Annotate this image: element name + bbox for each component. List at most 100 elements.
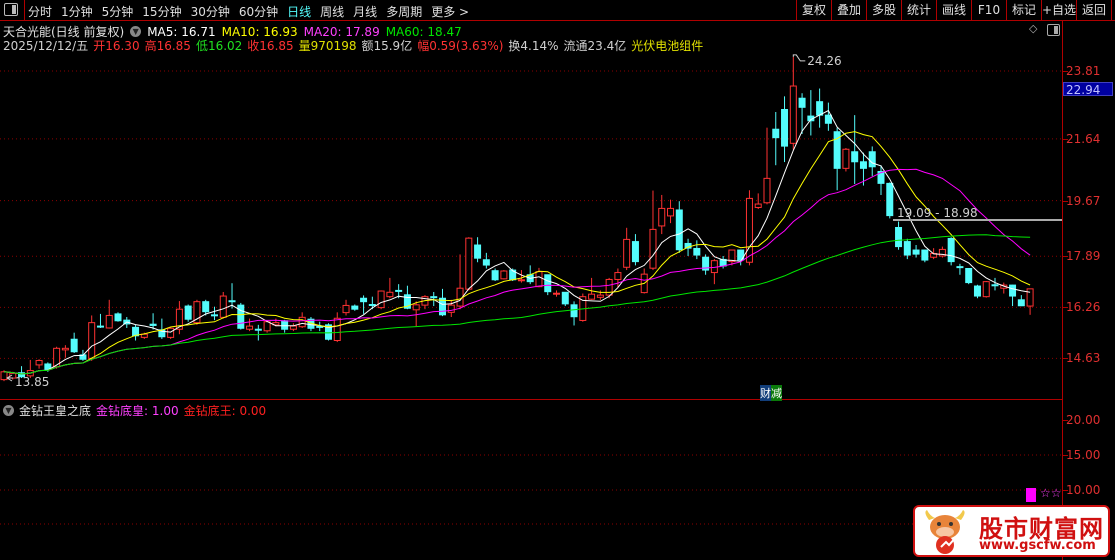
back-button[interactable]: 返回: [1076, 0, 1112, 20]
watermark-logo: 股市财富网 www.gscfw.com: [913, 505, 1110, 557]
candle: [579, 293, 587, 322]
candle: [710, 259, 718, 285]
price-tick-label: 19.67: [1066, 193, 1101, 208]
indicator-wang: 金钻底王: 0.00: [183, 404, 267, 418]
candle: [824, 102, 832, 131]
candle: [360, 295, 368, 314]
candle-body: [903, 241, 911, 256]
candle-body: [544, 274, 552, 293]
candle: [553, 290, 561, 297]
candle-body: [859, 161, 867, 169]
candle: [745, 190, 753, 266]
candle-body: [447, 304, 455, 313]
candle: [342, 299, 350, 316]
candle-body: [342, 304, 350, 314]
candle-body: [237, 304, 245, 329]
candle-body: [754, 203, 762, 208]
candle-body: [482, 259, 490, 266]
range-label: 19.09 - 18.98: [897, 206, 978, 220]
tick-mark: [1062, 490, 1068, 491]
candle-body: [289, 325, 297, 330]
candle-body: [588, 293, 596, 300]
tick-mark: [1062, 71, 1068, 72]
candle-body: [886, 182, 894, 217]
candle-body: [377, 290, 385, 309]
candle-body: [517, 279, 525, 282]
candle-body: [956, 266, 964, 269]
candle: [324, 323, 332, 341]
candle: [114, 312, 122, 322]
indicator-tick-label: 20.00: [1066, 413, 1101, 427]
tick-mark: [1062, 200, 1068, 202]
candle: [254, 324, 262, 341]
chevron-down-icon[interactable]: ▼: [3, 405, 14, 416]
candle-body: [553, 292, 561, 295]
candle-body: [912, 249, 920, 255]
candle: [754, 193, 762, 210]
event-tag-jian: 减: [771, 385, 782, 401]
candle: [816, 88, 824, 128]
candle-body: [114, 313, 122, 322]
candle-body: [412, 304, 420, 311]
candle: [1017, 295, 1025, 307]
candle-body: [535, 271, 543, 288]
candle-body: [298, 316, 306, 328]
candle: [70, 332, 78, 354]
candle: [482, 252, 490, 269]
candle: [561, 291, 569, 307]
candle: [210, 306, 218, 321]
candle: [973, 284, 981, 299]
candle: [956, 263, 964, 275]
candle-body: [631, 241, 639, 263]
candle: [895, 221, 903, 250]
tick-mark: [1062, 455, 1068, 456]
candle: [439, 288, 446, 317]
candle-body: [228, 300, 236, 303]
event-tag[interactable]: 财减: [760, 385, 782, 401]
ma20-line: [3, 168, 1031, 375]
candle-body: [395, 289, 403, 292]
candle: [702, 254, 710, 275]
kline-chart[interactable]: 24.26 13.85 19.09 - 18.98: [0, 0, 1062, 560]
candle-body: [1009, 284, 1017, 297]
candle-body: [763, 177, 771, 204]
indicator-tick-label: 15.00: [1066, 448, 1101, 462]
candle-body: [96, 325, 104, 328]
tick-mark: [1062, 420, 1068, 421]
candle: [675, 201, 683, 253]
candle: [1026, 288, 1034, 315]
candle-body: [1017, 299, 1025, 307]
candle: [289, 323, 297, 332]
candle: [88, 315, 96, 361]
indicator-tick-label: 10.00: [1066, 483, 1101, 497]
price-tick-label: 17.89: [1066, 249, 1101, 264]
ma5-line: [3, 109, 1031, 375]
tick-mark: [1062, 358, 1068, 360]
ma10-line: [3, 131, 1031, 375]
candle: [158, 318, 166, 339]
candle-body: [88, 322, 96, 359]
candle-body: [965, 268, 973, 284]
candle-body: [333, 317, 341, 341]
candle-body: [675, 209, 683, 251]
candle-body: [973, 285, 981, 297]
price-tick-label: 16.26: [1066, 300, 1101, 315]
candle: [588, 277, 596, 300]
candle-body: [202, 301, 210, 313]
candle-body: [105, 314, 113, 329]
panel-divider[interactable]: [0, 399, 1062, 400]
indicator-legend: ▼ 金钻王皇之底 金钻底皇: 1.00 金钻底王: 0.00: [3, 402, 266, 419]
candle-body: [658, 207, 666, 227]
candle: [237, 302, 245, 330]
candle-body: [693, 247, 701, 256]
candle-body: [561, 291, 569, 305]
signal-bar: [1026, 488, 1036, 502]
candle: [386, 277, 394, 299]
candle: [781, 96, 789, 163]
indicator-name[interactable]: 金钻王皇之底: [19, 402, 91, 419]
candle: [1000, 282, 1008, 294]
candle-body: [219, 295, 227, 318]
price-tick-label: 21.64: [1066, 131, 1101, 146]
candle: [500, 270, 508, 280]
candle: [965, 268, 973, 285]
